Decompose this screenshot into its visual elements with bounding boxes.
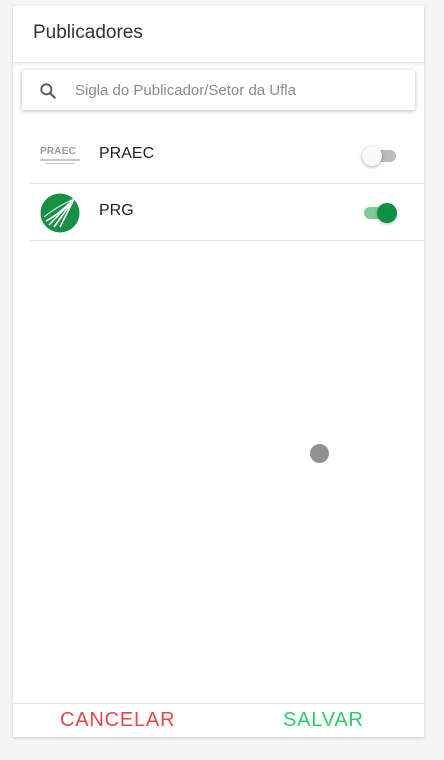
loading-indicator [310, 444, 329, 463]
toggle-thumb[interactable] [377, 203, 397, 223]
save-button[interactable]: SALVAR [283, 709, 364, 732]
publisher-toggle[interactable] [362, 146, 396, 166]
dialog-footer: CANCELAR SALVAR [13, 703, 424, 738]
list-item[interactable]: PRG [30, 184, 424, 241]
publisher-name: PRG [99, 202, 134, 219]
prg-logo [40, 193, 80, 233]
search-box[interactable] [22, 70, 415, 110]
cancel-button[interactable]: CANCELAR [60, 709, 175, 732]
publisher-name: PRAEC [99, 145, 155, 162]
publisher-list: PRAEC PRAEC PRG [30, 127, 424, 241]
dialog-header: Publicadores [13, 6, 424, 63]
list-item[interactable]: PRAEC PRAEC [30, 127, 424, 184]
search-icon [40, 83, 56, 99]
praec-logo: PRAEC [40, 146, 80, 168]
toggle-thumb[interactable] [362, 146, 382, 166]
dialog-title: Publicadores [33, 22, 143, 43]
publisher-toggle[interactable] [362, 203, 397, 223]
search-input[interactable] [75, 78, 405, 102]
publishers-dialog: Publicadores PRAEC PRAEC [13, 6, 424, 737]
